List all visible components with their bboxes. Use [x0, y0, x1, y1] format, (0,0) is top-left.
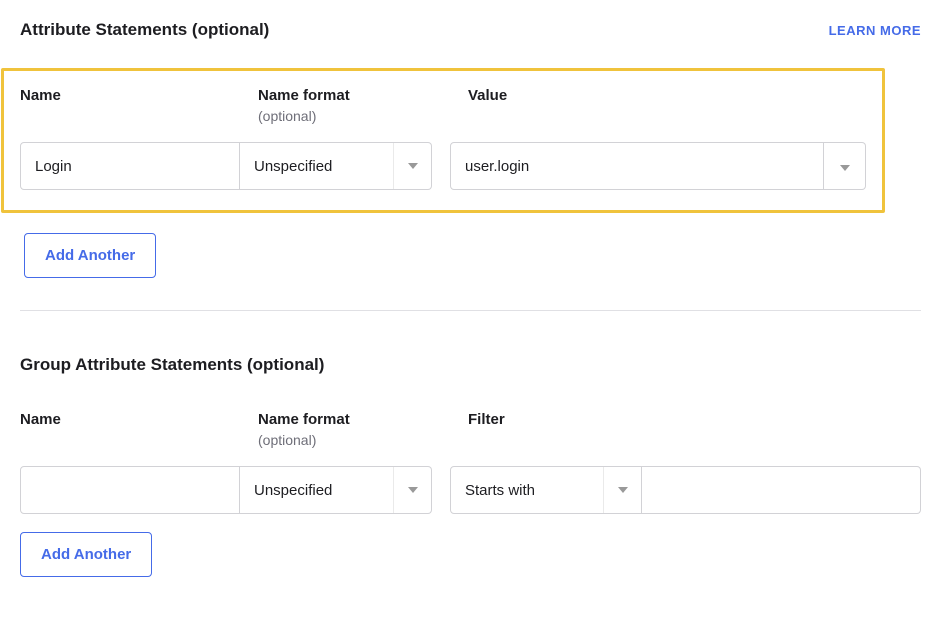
attribute-header-format-col: Name format (optional) [258, 87, 450, 124]
group-add-another-button[interactable]: Add Another [20, 532, 152, 577]
chevron-down-icon [393, 143, 431, 189]
group-header-filter: Filter [468, 411, 921, 428]
attribute-name-input[interactable] [20, 142, 240, 190]
group-section: Group Attribute Statements (optional) Na… [20, 355, 921, 577]
group-header-format: Name format [258, 411, 450, 428]
attribute-value-group [450, 142, 866, 190]
group-filter-type-text: Starts with [451, 482, 603, 499]
attribute-header-format-sub: (optional) [258, 108, 450, 124]
group-header-filter-col: Filter [468, 411, 921, 448]
group-header-name-col: Name [20, 411, 240, 448]
group-name-input[interactable] [20, 466, 240, 514]
attribute-value-dropdown-button[interactable] [824, 142, 866, 190]
attribute-header-value: Value [468, 87, 866, 104]
group-filter-group: Starts with [450, 466, 921, 514]
attribute-value-input[interactable] [450, 142, 824, 190]
group-row: Unspecified Starts with [20, 466, 921, 514]
group-filter-type-select[interactable]: Starts with [450, 466, 642, 514]
attribute-name-format-select[interactable]: Unspecified [240, 142, 432, 190]
group-name-format-select[interactable]: Unspecified [240, 466, 432, 514]
attribute-headers-row: Name Name format (optional) Value [20, 87, 866, 124]
attribute-section-header: Attribute Statements (optional) LEARN MO… [20, 20, 921, 40]
attribute-highlight-box: Name Name format (optional) Value Unspec… [1, 68, 885, 213]
group-filter-value-input[interactable] [642, 466, 921, 514]
attribute-header-value-col: Value [468, 87, 866, 124]
group-header-name: Name [20, 411, 240, 428]
group-header-format-col: Name format (optional) [258, 411, 450, 448]
attribute-header-name-col: Name [20, 87, 240, 124]
attribute-add-another-button[interactable]: Add Another [24, 233, 156, 278]
group-name-format-group: Unspecified [20, 466, 432, 514]
chevron-down-icon [393, 467, 431, 513]
chevron-down-icon [603, 467, 641, 513]
attribute-row: Unspecified [20, 142, 866, 190]
section-divider [20, 310, 921, 311]
attribute-header-name: Name [20, 87, 240, 104]
attribute-name-format-group: Unspecified [20, 142, 432, 190]
group-section-title: Group Attribute Statements (optional) [20, 355, 921, 375]
attribute-section-title: Attribute Statements (optional) [20, 20, 269, 40]
group-headers-row: Name Name format (optional) Filter [20, 411, 921, 448]
attribute-header-format: Name format [258, 87, 450, 104]
chevron-down-icon [840, 158, 850, 174]
group-name-format-text: Unspecified [240, 482, 393, 499]
group-header-format-sub: (optional) [258, 432, 450, 448]
attribute-name-format-text: Unspecified [240, 158, 393, 175]
learn-more-link[interactable]: LEARN MORE [829, 23, 921, 38]
